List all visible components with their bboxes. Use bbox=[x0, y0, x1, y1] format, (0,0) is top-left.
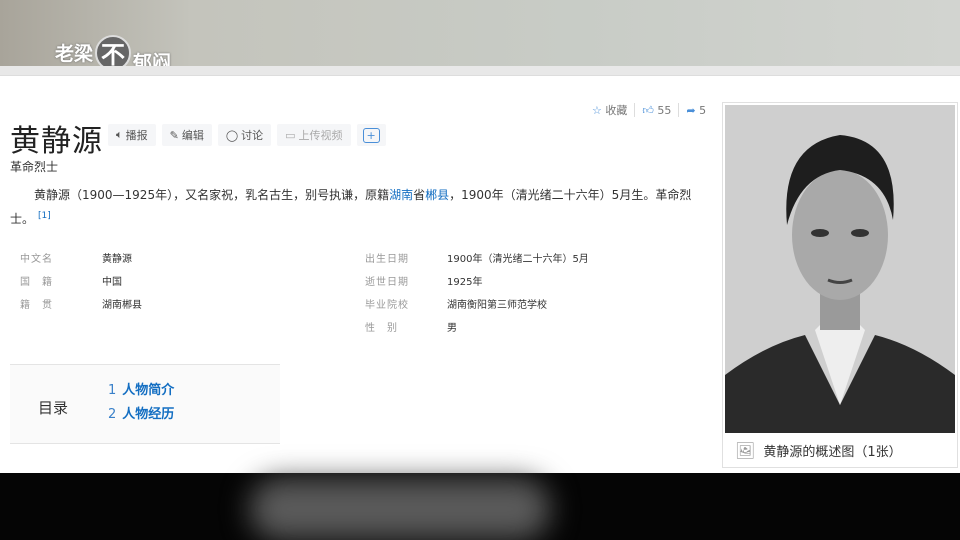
speech-bubble-icon: ◯ bbox=[225, 128, 239, 142]
info-key: 国 籍 bbox=[20, 277, 53, 288]
favorite-button[interactable]: 收藏 bbox=[605, 102, 627, 118]
divider bbox=[634, 103, 636, 117]
like-count[interactable]: 55 bbox=[657, 104, 671, 117]
summary-paragraph: 黄静源（1900—1925年），又名家祝，乳名古生，别号执谦，原籍湖南省郴县，1… bbox=[10, 185, 700, 230]
info-key: 逝世日期 bbox=[365, 277, 409, 288]
info-value: 黄静源 bbox=[102, 254, 132, 265]
add-button[interactable]: + bbox=[356, 124, 386, 146]
blurred-video-content bbox=[250, 478, 550, 540]
toc-label: 人物经历 bbox=[122, 407, 175, 422]
info-row: 性 别男 bbox=[365, 317, 589, 340]
toc-heading: 目录 bbox=[38, 399, 69, 417]
summary-text: 黄静源（1900—1925年），又名家祝，乳名古生，别号执谦，原籍 bbox=[34, 188, 390, 202]
info-value: 1925年 bbox=[447, 277, 483, 288]
star-icon: ☆ bbox=[592, 103, 602, 117]
plus-icon: + bbox=[362, 127, 380, 143]
info-key: 中文名 bbox=[20, 254, 53, 265]
basic-info-left: 中文名 黄静源 国 籍 中国 籍 贯 湖南郴县 bbox=[20, 248, 142, 317]
page-title: 黄静源 bbox=[10, 124, 103, 159]
upload-video-button[interactable]: ▭ 上传视频 bbox=[277, 124, 351, 146]
edit-label: 编辑 bbox=[181, 129, 204, 142]
toc-label: 人物简介 bbox=[122, 383, 175, 398]
link-hunan[interactable]: 湖南 bbox=[389, 188, 413, 202]
info-row: 出生日期 1900年（清光绪二十六年）5月 bbox=[365, 248, 589, 271]
table-of-contents: 目录 1 人物简介 2 人物经历 bbox=[10, 364, 280, 444]
edit-button[interactable]: ✎ 编辑 bbox=[161, 124, 212, 146]
link-chenxian[interactable]: 郴县 bbox=[425, 188, 449, 202]
info-value: 湖南郴县 bbox=[102, 300, 142, 311]
info-row: 籍 贯 湖南郴县 bbox=[20, 294, 142, 317]
info-row: 毕业院校 湖南衡阳第三师范学校 bbox=[365, 294, 589, 317]
pencil-icon: ✎ bbox=[169, 128, 179, 142]
toc-number: 2 bbox=[108, 407, 117, 422]
info-row: 中文名 黄静源 bbox=[20, 248, 142, 271]
reference-link[interactable]: [1] bbox=[38, 211, 51, 221]
thumbs-up-icon: 👍︎ bbox=[642, 103, 654, 117]
info-value: 男 bbox=[447, 323, 457, 334]
video-icon: ▭ bbox=[285, 128, 296, 142]
info-value-link[interactable]: 中国 bbox=[102, 271, 122, 294]
toc-item[interactable]: 2 人物经历 bbox=[108, 403, 174, 427]
info-value: 1900年（清光绪二十六年）5月 bbox=[447, 254, 589, 265]
watermark-text: 老梁 bbox=[55, 43, 94, 65]
page-subtitle: 革命烈士 bbox=[10, 160, 59, 174]
info-key: 毕业院校 bbox=[365, 300, 409, 311]
info-row: 逝世日期 1925年 bbox=[365, 271, 589, 294]
speaker-icon: 🔈︎ bbox=[116, 128, 123, 141]
page-actions: ☆ 收藏 👍︎ 55 ➦ 5 bbox=[592, 102, 706, 118]
divider bbox=[678, 103, 680, 117]
photo-caption[interactable]: 🖼︎ 黄静源的概述图（1张） bbox=[735, 441, 902, 460]
info-value: 湖南衡阳第三师范学校 bbox=[447, 300, 547, 311]
photo-caption-text: 黄静源的概述图（1张） bbox=[763, 445, 902, 460]
portrait-photo bbox=[725, 105, 955, 433]
upload-video-label: 上传视频 bbox=[298, 129, 343, 142]
toc-item[interactable]: 1 人物简介 bbox=[108, 379, 174, 403]
image-icon: 🖼︎ bbox=[735, 441, 756, 460]
toc-number: 1 bbox=[108, 383, 117, 398]
broadcast-label: 播报 bbox=[125, 129, 148, 142]
info-row: 国 籍 中国 bbox=[20, 271, 142, 294]
title-toolbar: 🔈︎ 播报 ✎ 编辑 ◯ 讨论 ▭ 上传视频 + bbox=[108, 124, 386, 146]
basic-info-right: 出生日期 1900年（清光绪二十六年）5月 逝世日期 1925年 毕业院校 湖南衡阳第… bbox=[365, 248, 589, 340]
info-key: 性 别 bbox=[365, 323, 398, 334]
discuss-label: 讨论 bbox=[241, 129, 264, 142]
summary-text: 省 bbox=[413, 188, 426, 202]
info-key: 籍 贯 bbox=[20, 300, 53, 311]
discuss-button[interactable]: ◯ 讨论 bbox=[217, 124, 272, 146]
summary-photo-card[interactable]: 🖼︎ 黄静源的概述图（1张） bbox=[722, 102, 958, 468]
page-strip bbox=[0, 66, 960, 76]
info-key: 出生日期 bbox=[365, 254, 409, 265]
share-icon: ➦ bbox=[686, 103, 696, 117]
share-count[interactable]: 5 bbox=[699, 104, 706, 117]
broadcast-button[interactable]: 🔈︎ 播报 bbox=[108, 124, 156, 146]
